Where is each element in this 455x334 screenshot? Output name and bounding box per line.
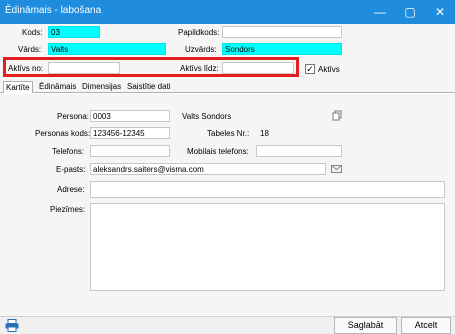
papildkods-field[interactable] [222,26,342,38]
copy-icon[interactable] [332,110,342,121]
mobilais-field[interactable] [256,145,342,157]
window-title: Ēdināmais - labošana [5,5,102,16]
kods-field[interactable]: 03 [48,26,100,38]
piezimes-field[interactable] [90,203,445,291]
kods-label: Kods: [22,28,43,37]
persona-label: Persona: [57,112,90,121]
personas-kods-label: Personas kods: [35,129,91,138]
papildkods-label: Papildkods: [178,28,220,37]
aktivs-no-field[interactable] [48,62,120,74]
tabeles-nr-value: 18 [260,129,269,138]
vards-label: Vārds: [18,45,42,54]
aktivs-no-label: Aktīvs no: [8,64,44,73]
epasts-field[interactable]: aleksandrs.saiters@visma.com [90,163,326,175]
telefons-field[interactable] [90,145,170,157]
aktivs-checkbox-label: Aktīvs [318,65,340,74]
mobilais-label: Mobilais telefons: [187,147,249,156]
aktivs-lidz-label: Aktīvs līdz: [180,64,219,73]
adrese-field[interactable] [90,181,445,198]
tabeles-nr-label: Tabeles Nr.: [207,129,250,138]
tab-saistitie-dati[interactable]: Saistītie dati [125,81,173,93]
maximize-button[interactable]: ▢ [395,0,425,24]
save-button[interactable]: Saglabāt [334,317,397,334]
cancel-button[interactable]: Atcelt [401,317,451,334]
window-titlebar: Ēdināmais - labošana — ▢ ✕ [0,0,455,24]
print-icon[interactable] [5,319,19,332]
uzvards-label: Uzvārds: [185,45,217,54]
minimize-button[interactable]: — [365,0,395,24]
piezimes-label: Piezīmes: [50,205,86,214]
tab-kartite[interactable]: Kartīte [3,81,33,93]
close-button[interactable]: ✕ [425,0,455,24]
aktivs-lidz-field[interactable] [222,62,294,74]
vards-field[interactable]: Valts [48,43,166,55]
tab-edinamais[interactable]: Ēdināmais [37,81,78,93]
persona-name: Valts Sondors [182,112,232,121]
aktivs-checkbox[interactable]: ✓ [305,64,315,74]
epasts-label: E-pasts: [56,165,86,174]
email-icon[interactable] [331,165,342,173]
adrese-label: Adrese: [57,185,85,194]
tab-dimensijas[interactable]: Dimensijas [80,81,123,93]
personas-kods-field[interactable]: 123456-12345 [90,127,170,139]
telefons-label: Telefons: [52,147,85,156]
uzvards-field[interactable]: Sondors [222,43,342,55]
persona-code-field[interactable]: 0003 [90,110,170,122]
